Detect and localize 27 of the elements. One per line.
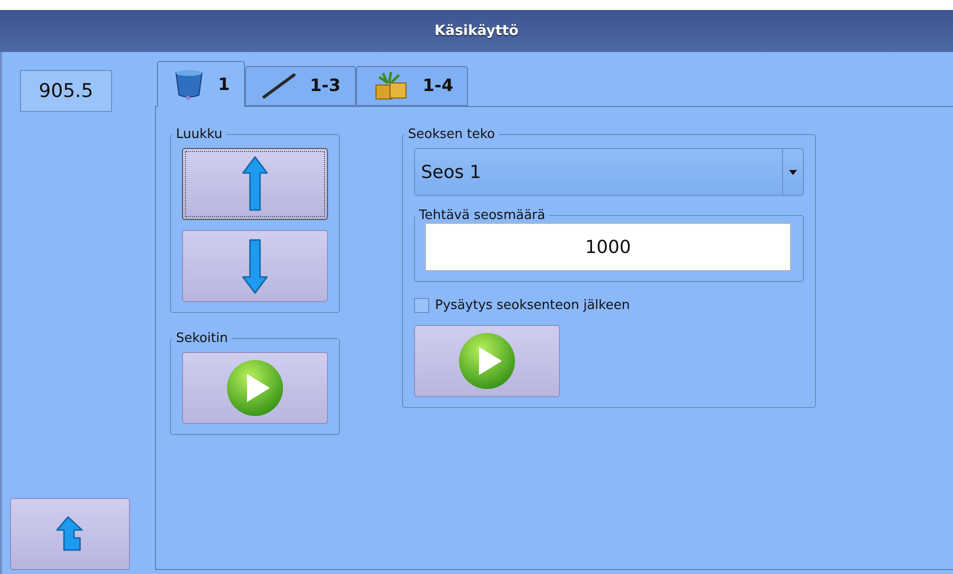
group-title: Tehtävä seosmäärä	[418, 208, 546, 223]
turn-up-arrow-icon	[56, 516, 84, 552]
checkbox[interactable]	[414, 298, 429, 313]
down-button[interactable]	[182, 230, 328, 302]
tab[interactable]: 1-3	[244, 66, 356, 106]
up-arrow-icon	[242, 156, 268, 212]
back-button[interactable]	[10, 498, 130, 570]
caret-icon	[789, 170, 797, 174]
amount-field[interactable]: 1000	[425, 223, 791, 271]
play-icon	[458, 332, 516, 390]
mix-dropdown[interactable]: Seos 1	[414, 148, 804, 196]
tab[interactable]: 1	[157, 61, 245, 107]
up-button[interactable]	[182, 148, 328, 220]
group-title: Seoksen teko	[407, 127, 496, 142]
tab[interactable]: 1-4	[356, 66, 468, 106]
group-title: Luukku	[175, 127, 224, 142]
start-button[interactable]	[182, 352, 328, 424]
window-title: Käsikäyttö	[0, 10, 953, 52]
start-button[interactable]	[414, 325, 560, 397]
stick-icon	[262, 73, 296, 99]
play-icon	[226, 359, 284, 417]
checkbox-label: Pysäytys seoksenteon jälkeen	[435, 298, 630, 313]
down-arrow-icon	[242, 238, 268, 294]
hay-bale-icon	[372, 71, 409, 101]
group-title: Sekoitin	[175, 331, 229, 346]
bucket-icon	[174, 68, 204, 100]
reading-display: 905.5	[20, 70, 112, 112]
